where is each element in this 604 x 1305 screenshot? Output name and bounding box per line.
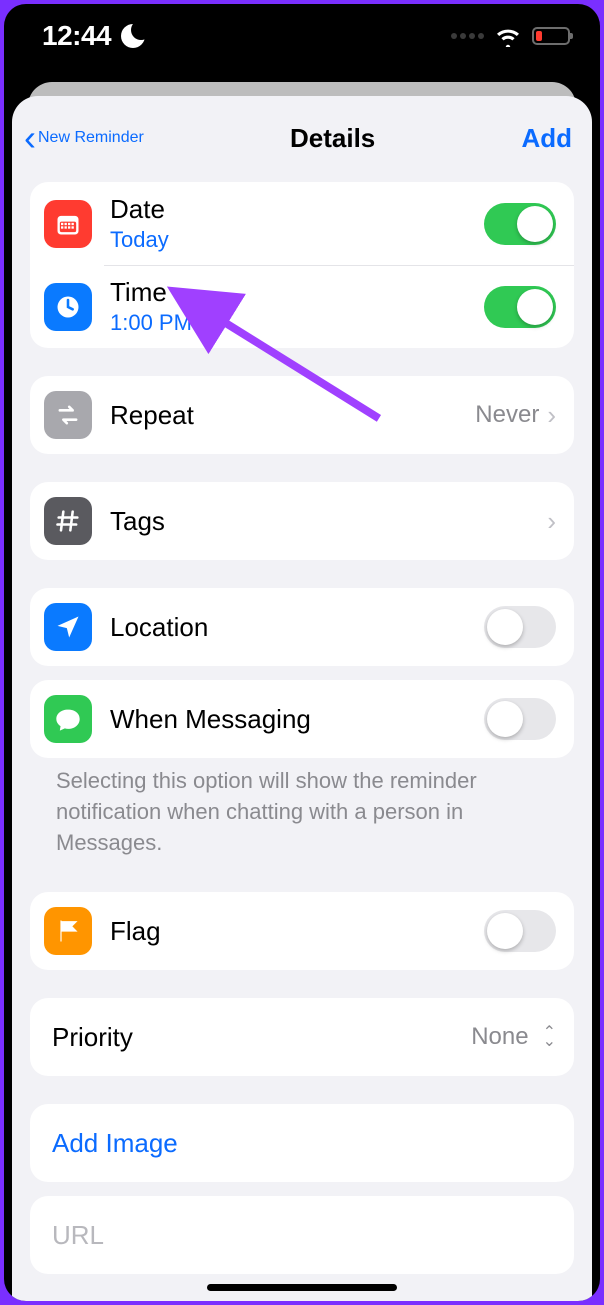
priority-label: Priority	[52, 1022, 471, 1053]
time-value: 1:00 PM	[110, 310, 484, 336]
flag-toggle[interactable]	[484, 910, 556, 952]
message-icon	[44, 695, 92, 743]
hash-icon	[44, 497, 92, 545]
messaging-hint: Selecting this option will show the remi…	[30, 766, 574, 858]
date-row[interactable]: Date Today	[30, 182, 574, 265]
flag-icon	[44, 907, 92, 955]
repeat-label: Repeat	[110, 400, 475, 431]
add-button[interactable]: Add	[521, 123, 572, 154]
messaging-group: When Messaging	[30, 680, 574, 758]
priority-row[interactable]: Priority None ⌃⌄	[30, 998, 574, 1076]
location-group: Location	[30, 588, 574, 666]
add-image-row[interactable]: Add Image	[30, 1104, 574, 1182]
repeat-value: Never	[475, 401, 539, 429]
home-indicator[interactable]	[207, 1284, 397, 1291]
wifi-icon	[494, 25, 522, 47]
time-label: Time	[110, 277, 484, 308]
date-label: Date	[110, 194, 484, 225]
up-down-icon: ⌃⌄	[543, 1028, 556, 1047]
flag-label: Flag	[110, 916, 484, 947]
clock-icon	[44, 283, 92, 331]
repeat-group: Repeat Never ›	[30, 376, 574, 454]
chevron-right-icon: ›	[547, 400, 556, 431]
repeat-icon	[44, 391, 92, 439]
date-time-group: Date Today Time 1:00 PM	[30, 182, 574, 348]
page-title: Details	[290, 123, 375, 154]
back-button[interactable]: ‹ New Reminder	[24, 120, 144, 156]
chevron-right-icon: ›	[547, 506, 556, 537]
messaging-row[interactable]: When Messaging	[30, 680, 574, 758]
url-group: URL	[30, 1196, 574, 1274]
status-time: 12:44	[42, 20, 111, 52]
date-toggle[interactable]	[484, 203, 556, 245]
priority-group: Priority None ⌃⌄	[30, 998, 574, 1076]
add-image-label: Add Image	[52, 1128, 556, 1159]
location-toggle[interactable]	[484, 606, 556, 648]
location-row[interactable]: Location	[30, 588, 574, 666]
nav-bar: ‹ New Reminder Details Add	[12, 96, 592, 182]
date-value: Today	[110, 227, 484, 253]
priority-value: None	[471, 1023, 528, 1051]
time-toggle[interactable]	[484, 286, 556, 328]
messaging-label: When Messaging	[110, 704, 484, 735]
tags-row[interactable]: Tags ›	[30, 482, 574, 560]
location-label: Location	[110, 612, 484, 643]
flag-group: Flag	[30, 892, 574, 970]
flag-row[interactable]: Flag	[30, 892, 574, 970]
url-field[interactable]: URL	[52, 1220, 556, 1251]
cellular-icon	[451, 33, 484, 39]
messaging-toggle[interactable]	[484, 698, 556, 740]
add-image-group: Add Image	[30, 1104, 574, 1182]
chevron-left-icon: ‹	[24, 120, 36, 156]
back-label: New Reminder	[38, 129, 144, 147]
url-row[interactable]: URL	[30, 1196, 574, 1274]
time-row[interactable]: Time 1:00 PM	[30, 265, 574, 348]
tags-label: Tags	[110, 506, 547, 537]
calendar-icon	[44, 200, 92, 248]
details-sheet: ‹ New Reminder Details Add Date Today	[12, 96, 592, 1301]
battery-icon	[532, 27, 570, 45]
location-icon	[44, 603, 92, 651]
do-not-disturb-icon	[121, 24, 145, 48]
status-bar: 12:44	[4, 4, 600, 68]
repeat-row[interactable]: Repeat Never ›	[30, 376, 574, 454]
tags-group: Tags ›	[30, 482, 574, 560]
